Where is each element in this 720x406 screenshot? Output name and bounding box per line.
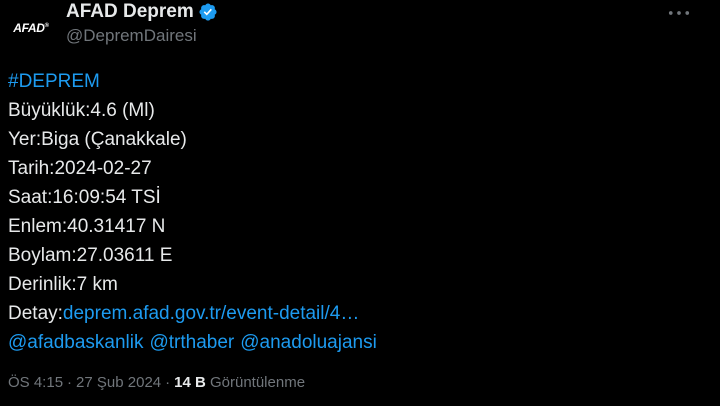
tweet-date[interactable]: 27 Şub 2024 xyxy=(76,374,161,391)
mention-trthaber[interactable]: @trthaber xyxy=(149,332,234,353)
detail-line: Detay:deprem.afad.gov.tr/event-detail/4… xyxy=(8,299,708,328)
time-line: Saat:16:09:54 TSİ xyxy=(8,187,161,208)
views-label: Görüntülenme xyxy=(209,374,306,391)
detail-link[interactable]: deprem.afad.gov.tr/event-detail/4… xyxy=(63,303,359,324)
views-count[interactable]: 14 B xyxy=(174,374,206,391)
date-line: Tarih:2024-02-27 xyxy=(8,158,152,179)
longitude-line: Boylam:27.03611 E xyxy=(8,245,173,266)
author-display-name[interactable]: AFAD Deprem xyxy=(66,1,194,23)
depth-line: Derinlik:7 km xyxy=(8,274,118,295)
verified-badge-icon[interactable] xyxy=(198,2,218,22)
author-name-row: AFAD Deprem xyxy=(66,1,218,23)
tweet: AFAD® AFAD Deprem @DepremDairesi #DEPREM… xyxy=(0,0,720,406)
tweet-meta: ÖS 4:15 · 27 Şub 2024 · 14 B Görüntülenme xyxy=(8,374,305,391)
detail-label: Detay: xyxy=(8,303,63,324)
mention-anadoluajansi[interactable]: @anadoluajansi xyxy=(240,332,377,353)
afad-logo: AFAD® xyxy=(13,21,49,35)
location-line: Yer:Biga (Çanakkale) xyxy=(8,129,187,150)
more-horizontal-icon[interactable] xyxy=(664,2,694,24)
tweet-time[interactable]: ÖS 4:15 xyxy=(8,374,63,391)
mentions-line: @afadbaskanlik @trthaber @anadoluajansi xyxy=(8,328,708,357)
magnitude-line: Büyüklük:4.6 (Ml) xyxy=(8,100,155,121)
tweet-text: #DEPREM Büyüklük:4.6 (Ml) Yer:Biga (Çana… xyxy=(8,67,708,357)
author-handle[interactable]: @DepremDairesi xyxy=(66,26,197,46)
meta-separator-2: · xyxy=(165,374,171,391)
mention-afadbaskanlik[interactable]: @afadbaskanlik xyxy=(8,332,143,353)
avatar[interactable]: AFAD® xyxy=(6,3,56,53)
latitude-line: Enlem:40.31417 N xyxy=(8,216,166,237)
meta-separator: · xyxy=(67,374,73,391)
hashtag-link[interactable]: #DEPREM xyxy=(8,67,708,96)
